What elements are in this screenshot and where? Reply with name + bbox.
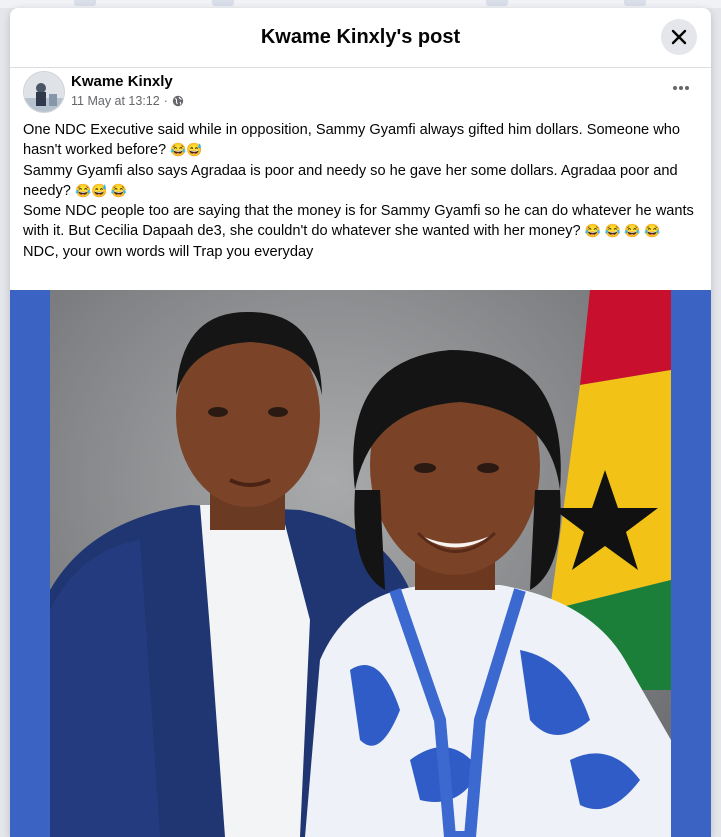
meta-separator: · xyxy=(163,94,168,108)
post-header: Kwame Kinxly 11 May at 13:12 · xyxy=(10,68,711,120)
avatar[interactable] xyxy=(23,71,65,113)
photo-illustration xyxy=(50,290,671,837)
post-photo[interactable] xyxy=(50,290,671,837)
post-paragraph: One NDC Executive said while in oppositi… xyxy=(23,120,698,161)
globe-icon xyxy=(172,95,184,107)
emoji: 😂 😂 😂 😂 xyxy=(584,223,661,239)
groups-icon[interactable] xyxy=(624,0,646,6)
emoji: 😂😅 xyxy=(170,142,203,158)
home-icon[interactable] xyxy=(74,0,96,6)
more-icon xyxy=(673,86,689,90)
post-photo-frame xyxy=(10,290,711,837)
post-paragraph: Sammy Gyamfi also says Agradaa is poor a… xyxy=(23,161,698,202)
avatar-image xyxy=(24,72,64,112)
close-icon xyxy=(671,29,687,45)
more-options-button[interactable] xyxy=(667,76,695,100)
post-body: One NDC Executive said while in oppositi… xyxy=(10,120,711,262)
post-paragraph: Some NDC people too are saying that the … xyxy=(23,201,698,242)
post-paragraph: NDC, your own words will Trap you everyd… xyxy=(23,242,698,262)
friends-icon[interactable] xyxy=(212,0,234,6)
post-meta: 11 May at 13:12 · xyxy=(71,94,184,108)
modal-title: Kwame Kinxly's post xyxy=(260,26,461,48)
marketplace-icon[interactable] xyxy=(486,0,508,6)
emoji: 😂😅 😂 xyxy=(74,182,128,198)
post-modal: Kwame Kinxly's post Kwame Kinxly 11 May … xyxy=(10,8,711,837)
paragraph-text: NDC, your own words will Trap you everyd… xyxy=(23,243,314,260)
background-nav xyxy=(0,0,721,8)
timestamp[interactable]: 11 May at 13:12 xyxy=(71,94,160,108)
close-button[interactable] xyxy=(661,19,697,55)
paragraph-text: One NDC Executive said while in oppositi… xyxy=(23,122,681,159)
modal-header: Kwame Kinxly's post xyxy=(10,8,711,68)
author-name[interactable]: Kwame Kinxly xyxy=(71,73,173,90)
